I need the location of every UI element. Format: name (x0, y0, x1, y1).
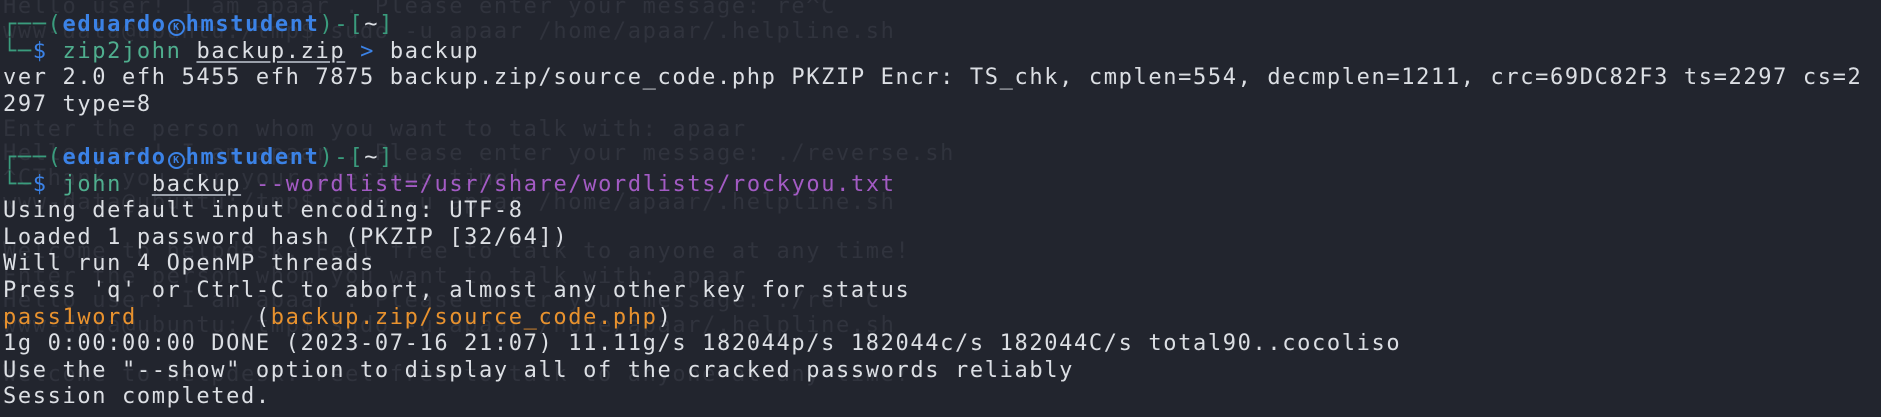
prompt-header: ┌──(eduardo Khmstudent)-[~] (3, 145, 1862, 172)
paren: ( (255, 304, 271, 330)
command-line: └─$ zip2john backup.zip > backup (3, 39, 1862, 66)
command-program: zip2john (62, 38, 182, 64)
output-line: 1g 0:00:00:00 DONE (2023-07-16 21:07) 11… (3, 331, 1402, 357)
paren: ) (657, 304, 673, 330)
prompt-frame: └─ (3, 171, 33, 197)
command-target: backup (389, 38, 480, 64)
kali-skull-icon: K (167, 151, 185, 169)
command-option: --wordlist=/usr/share/wordlists/rockyou.… (255, 171, 896, 197)
output-line: Session completed. (3, 384, 271, 410)
prompt-frame: ┌──( (3, 144, 63, 170)
prompt-symbol: $ (32, 171, 48, 197)
output-line: Will run 4 OpenMP threads (3, 251, 375, 277)
prompt-user: eduardo (62, 144, 167, 170)
prompt-header: ┌──(eduardo Khmstudent)-[~] (3, 12, 1862, 39)
cracked-password-line: pass1word (backup.zip/source_code.php) (3, 305, 1862, 332)
output-line: 297 type=8 (3, 91, 152, 117)
command-argument: backup.zip (196, 38, 346, 64)
prompt-cwd: ~ (364, 12, 380, 37)
command-line: └─$ john backup --wordlist=/usr/share/wo… (3, 172, 1862, 199)
prompt-frame: ] (379, 144, 394, 170)
command-program: john (62, 171, 123, 197)
output-line: Using default input encoding: UTF-8 (3, 198, 524, 224)
prompt-host: hmstudent (185, 144, 320, 170)
output-line: ver 2.0 efh 5455 efh 7875 backup.zip/sou… (3, 65, 1863, 91)
prompt-user: eduardo (62, 12, 167, 37)
prompt-symbol: $ (32, 38, 48, 64)
output-line: Press 'q' or Ctrl-C to abort, almost any… (3, 277, 911, 303)
output-line: Loaded 1 password hash (PKZIP [32/64]) (3, 224, 569, 250)
prompt-frame: ┌──( (3, 12, 63, 37)
prompt-host: hmstudent (185, 12, 320, 37)
prompt-cwd: ~ (364, 144, 380, 170)
prompt-frame: └─ (3, 38, 33, 64)
command-redirect: > (360, 38, 375, 64)
cracked-source: backup.zip/source_code.php (270, 304, 658, 330)
output-line: Use the "--show" option to display all o… (3, 357, 1075, 383)
prompt-frame: )-[ (319, 12, 365, 37)
command-argument: backup (151, 171, 242, 197)
cracked-password: pass1word (3, 304, 137, 330)
kali-skull-icon: K (167, 19, 185, 36)
terminal-output[interactable]: ┌──(eduardo Khmstudent)-[~] └─$ zip2john … (3, 12, 1862, 411)
prompt-frame: ] (379, 12, 394, 37)
prompt-frame: )-[ (319, 144, 365, 170)
